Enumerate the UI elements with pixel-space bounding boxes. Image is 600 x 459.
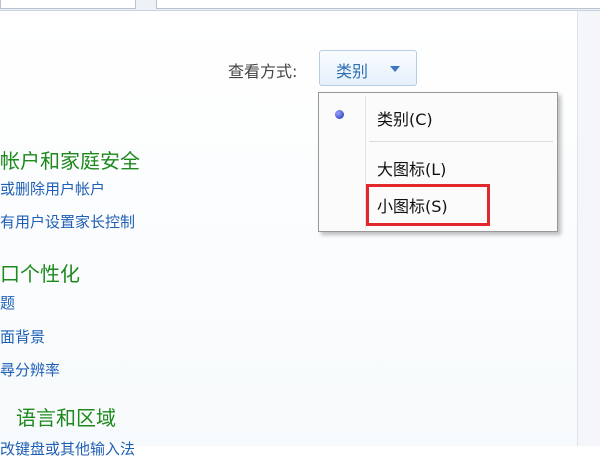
vertical-scrollbar[interactable] xyxy=(577,11,600,446)
view-by-label: 查看方式: xyxy=(228,62,298,81)
radio-selected-icon xyxy=(335,110,344,119)
link-add-remove-accounts[interactable]: 或删除用户帐户 xyxy=(0,178,105,199)
link-change-keyboard[interactable]: 改键盘或其他输入法 xyxy=(0,438,135,459)
link-screen-resolution[interactable]: 尋分辨率 xyxy=(0,359,60,380)
highlight-annotation-box xyxy=(366,184,490,226)
address-bar[interactable] xyxy=(156,0,600,9)
link-desktop-background[interactable]: 面背景 xyxy=(0,326,45,347)
category-title-accounts[interactable]: 帐户和家庭安全 xyxy=(0,145,140,174)
menu-separator xyxy=(369,141,553,142)
link-parental-controls[interactable]: 有用户设置家长控制 xyxy=(0,211,135,232)
view-by-value: 类别 xyxy=(336,62,369,81)
menu-item-large-icons[interactable]: 大图标(L) xyxy=(377,156,446,180)
view-by-dropdown[interactable]: 类别 xyxy=(319,50,417,86)
menu-item-category[interactable]: 类别(C) xyxy=(377,106,433,130)
category-title-region-language[interactable]: 语言和区域 xyxy=(16,402,116,431)
link-theme[interactable]: 题 xyxy=(0,292,15,313)
category-title-personalization[interactable]: 口个性化 xyxy=(0,258,80,287)
dropdown-arrow-icon xyxy=(390,66,400,72)
navigation-box[interactable] xyxy=(0,0,136,9)
window-top-bar xyxy=(0,0,600,11)
